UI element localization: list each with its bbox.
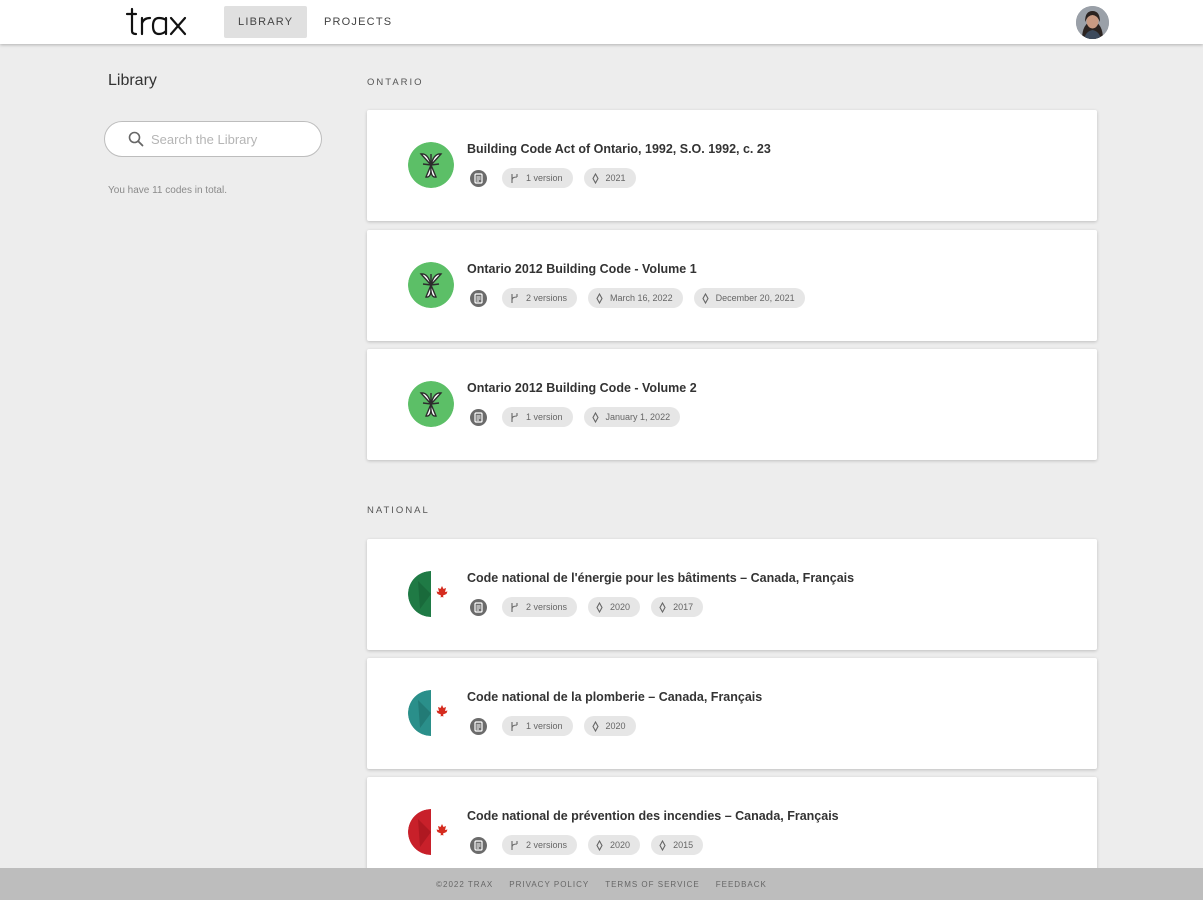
info-icon[interactable] — [470, 598, 487, 616]
versions-chip[interactable]: 2 versions — [502, 288, 578, 308]
code-card[interactable]: Building Code Act of Ontario, 1992, S.O.… — [367, 110, 1097, 221]
code-title[interactable]: Ontario 2012 Building Code - Volume 2 — [467, 381, 697, 395]
chip-label: 2015 — [673, 840, 694, 850]
version-branch-icon — [511, 602, 518, 612]
version-branch-icon — [511, 293, 518, 303]
date-chip[interactable]: 2017 — [651, 597, 704, 617]
info-icon[interactable] — [470, 836, 487, 854]
code-title[interactable]: Code national de la plomberie – Canada, … — [467, 690, 762, 704]
chip-label: 2 versions — [526, 293, 568, 303]
chip-label: 2021 — [605, 173, 626, 183]
code-card[interactable]: Ontario 2012 Building Code - Volume 1 2 … — [367, 230, 1097, 341]
chip-label: 2020 — [610, 840, 631, 850]
code-meta: 1 version 2021 — [470, 168, 647, 188]
code-meta: 2 versions 2020 2015 — [470, 835, 714, 855]
code-card[interactable]: Code national de la plomberie – Canada, … — [367, 658, 1097, 769]
chip-label: 2020 — [605, 721, 626, 731]
date-diamond-icon — [659, 839, 666, 851]
version-branch-icon — [511, 173, 518, 183]
date-diamond-icon — [591, 720, 599, 732]
chip-label: 2020 — [610, 602, 631, 612]
info-icon[interactable] — [470, 169, 487, 187]
date-diamond-icon — [591, 172, 599, 184]
code-meta: 2 versions 2020 2017 — [470, 597, 714, 617]
date-diamond-icon — [701, 292, 709, 304]
chip-label: 2 versions — [526, 602, 568, 612]
canada-flag-icon — [408, 690, 454, 736]
info-icon[interactable] — [470, 289, 487, 307]
search-icon — [127, 130, 145, 148]
date-diamond-icon — [591, 411, 599, 423]
versions-chip[interactable]: 1 version — [502, 407, 573, 427]
date-diamond-icon — [659, 601, 666, 613]
version-branch-icon — [511, 840, 518, 850]
search-box[interactable] — [104, 121, 322, 157]
versions-chip[interactable]: 2 versions — [502, 835, 578, 855]
date-chip[interactable]: January 1, 2022 — [583, 407, 681, 427]
code-meta: 1 version January 1, 2022 — [470, 407, 691, 427]
versions-chip[interactable]: 2 versions — [502, 597, 578, 617]
nav-tab-library[interactable]: LIBRARY — [224, 6, 308, 38]
version-branch-icon — [511, 721, 518, 731]
footer-link-feedback[interactable]: FEEDBACK — [716, 880, 767, 889]
date-chip[interactable]: December 20, 2021 — [693, 288, 805, 308]
chip-label: 1 version — [526, 412, 563, 422]
nav-tab-projects[interactable]: PROJECTS — [310, 6, 406, 38]
ontario-trillium-icon — [408, 142, 454, 188]
date-chip[interactable]: 2020 — [588, 597, 641, 617]
top-app-bar: LIBRARY PROJECTS — [0, 0, 1203, 44]
footer-copyright: ©2022 TRAX — [436, 879, 494, 889]
chip-label: 1 version — [526, 173, 563, 183]
footer: ©2022 TRAX PRIVACY POLICY TERMS OF SERVI… — [0, 868, 1203, 900]
code-card[interactable]: Ontario 2012 Building Code - Volume 2 1 … — [367, 349, 1097, 460]
code-title[interactable]: Code national de prévention des incendie… — [467, 809, 839, 823]
footer-link-terms-of-service[interactable]: TERMS OF SERVICE — [605, 880, 700, 889]
chip-label: 2 versions — [526, 840, 568, 850]
date-chip[interactable]: 2020 — [583, 716, 636, 736]
code-count-text: You have 11 codes in total. — [108, 185, 227, 196]
chip-label: January 1, 2022 — [605, 412, 671, 422]
code-title[interactable]: Building Code Act of Ontario, 1992, S.O.… — [467, 142, 771, 156]
search-input[interactable] — [151, 122, 311, 156]
date-chip[interactable]: 2015 — [651, 835, 704, 855]
date-chip[interactable]: March 16, 2022 — [588, 288, 683, 308]
canada-flag-icon — [408, 809, 454, 855]
date-diamond-icon — [596, 839, 603, 851]
ontario-trillium-icon — [408, 262, 454, 308]
info-icon[interactable] — [470, 408, 487, 426]
versions-chip[interactable]: 1 version — [502, 168, 573, 188]
chip-label: 1 version — [526, 721, 563, 731]
code-meta: 2 versions March 16, 2022 December 20, 2… — [470, 288, 816, 308]
code-card[interactable]: Code national de l'énergie pour les bâti… — [367, 539, 1097, 650]
date-chip[interactable]: 2020 — [588, 835, 641, 855]
code-title[interactable]: Ontario 2012 Building Code - Volume 1 — [467, 262, 697, 276]
chip-label: March 16, 2022 — [610, 293, 673, 303]
chip-label: 2017 — [673, 602, 694, 612]
ontario-trillium-icon — [408, 381, 454, 427]
code-meta: 1 version 2020 — [470, 716, 647, 736]
trax-logo[interactable] — [125, 7, 191, 37]
info-icon[interactable] — [470, 717, 487, 735]
version-branch-icon — [511, 412, 518, 422]
section-label-national: NATIONAL — [367, 505, 430, 516]
user-avatar[interactable] — [1076, 6, 1109, 39]
library-title: Library — [108, 72, 157, 89]
date-chip[interactable]: 2021 — [583, 168, 636, 188]
canada-flag-icon — [408, 571, 454, 617]
date-diamond-icon — [596, 601, 603, 613]
date-diamond-icon — [596, 292, 603, 304]
footer-link-privacy-policy[interactable]: PRIVACY POLICY — [509, 880, 589, 889]
versions-chip[interactable]: 1 version — [502, 716, 573, 736]
code-title[interactable]: Code national de l'énergie pour les bâti… — [467, 571, 854, 585]
chip-label: December 20, 2021 — [715, 293, 795, 303]
section-label-ontario: ONTARIO — [367, 77, 424, 88]
